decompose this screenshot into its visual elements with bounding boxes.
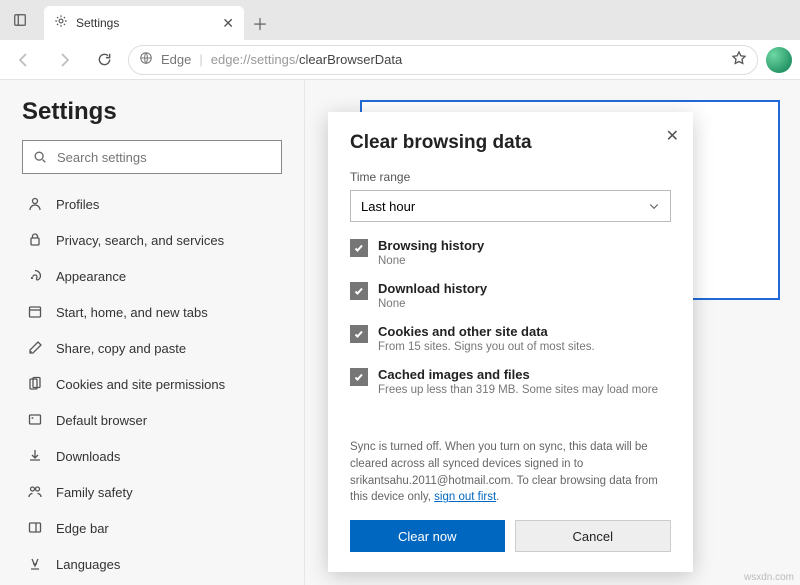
sidebar-item-cookies-and-site-permissions[interactable]: Cookies and site permissions xyxy=(22,366,282,402)
search-icon xyxy=(33,150,47,164)
sidebar-item-profiles[interactable]: Profiles xyxy=(22,186,282,222)
check-title: Cached images and files xyxy=(378,367,658,382)
sync-note: Sync is turned off. When you turn on syn… xyxy=(350,439,671,506)
sidebar-item-family-safety[interactable]: Family safety xyxy=(22,474,282,510)
page-title: Settings xyxy=(22,98,282,126)
sidebar-item-label: Share, copy and paste xyxy=(56,341,186,356)
sidebar-item-default-browser[interactable]: Default browser xyxy=(22,402,282,438)
check-title: Download history xyxy=(378,281,487,296)
check-desc: Frees up less than 319 MB. Some sites ma… xyxy=(378,384,658,396)
back-button[interactable] xyxy=(8,44,40,76)
checkbox[interactable] xyxy=(350,368,368,386)
check-title: Cookies and other site data xyxy=(378,324,595,339)
favorite-icon[interactable] xyxy=(731,50,747,69)
nav-icon xyxy=(26,520,44,536)
profile-avatar[interactable] xyxy=(766,47,792,73)
dialog-close-button[interactable]: ✕ xyxy=(666,126,679,146)
sidebar-item-label: Profiles xyxy=(56,197,99,212)
new-tab-button[interactable]: ＋ xyxy=(244,6,276,40)
search-settings[interactable] xyxy=(22,140,282,174)
checkbox[interactable] xyxy=(350,282,368,300)
sidebar-item-start-home-and-new-tabs[interactable]: Start, home, and new tabs xyxy=(22,294,282,330)
check-option[interactable]: Cookies and other site data From 15 sites… xyxy=(350,324,671,353)
sidebar-item-label: Family safety xyxy=(56,485,133,500)
tab-title: Settings xyxy=(76,16,214,30)
nav-icon xyxy=(26,556,44,572)
nav-icon xyxy=(26,448,44,464)
time-range-select[interactable]: Last hour xyxy=(350,190,671,222)
clear-browsing-data-dialog: ✕ Clear browsing data Time range Last ho… xyxy=(328,112,693,572)
check-desc: From 15 sites. Signs you out of most sit… xyxy=(378,341,595,353)
address-bar[interactable]: Edge | edge://settings/clearBrowserData xyxy=(128,45,758,75)
sidebar-item-languages[interactable]: Languages xyxy=(22,546,282,582)
settings-sidebar: Settings Profiles Privacy, search, and se… xyxy=(0,80,305,585)
nav-icon xyxy=(26,196,44,212)
tab-actions-icon[interactable] xyxy=(6,6,34,34)
dialog-title: Clear browsing data xyxy=(350,132,671,154)
check-desc: None xyxy=(378,298,487,310)
nav-icon xyxy=(26,304,44,320)
sidebar-item-label: Cookies and site permissions xyxy=(56,377,225,392)
sidebar-item-label: Appearance xyxy=(56,269,126,284)
browser-tab[interactable]: Settings ✕ xyxy=(44,6,244,40)
nav-icon xyxy=(26,484,44,500)
gear-icon xyxy=(54,14,68,33)
nav-icon xyxy=(26,268,44,284)
sidebar-item-label: Languages xyxy=(56,557,120,572)
sidebar-item-share-copy-and-paste[interactable]: Share, copy and paste xyxy=(22,330,282,366)
sidebar-item-edge-bar[interactable]: Edge bar xyxy=(22,510,282,546)
forward-button[interactable] xyxy=(48,44,80,76)
sidebar-item-downloads[interactable]: Downloads xyxy=(22,438,282,474)
clear-now-button[interactable]: Clear now xyxy=(350,520,505,552)
refresh-button[interactable] xyxy=(88,44,120,76)
sidebar-item-label: Start, home, and new tabs xyxy=(56,305,208,320)
sidebar-item-label: Edge bar xyxy=(56,521,109,536)
time-range-label: Time range xyxy=(350,170,671,184)
checkbox[interactable] xyxy=(350,325,368,343)
url-scheme-label: Edge xyxy=(161,52,191,67)
watermark: wsxdn.com xyxy=(744,572,794,583)
nav-icon xyxy=(26,340,44,356)
check-option[interactable]: Download history None xyxy=(350,281,671,310)
check-desc: None xyxy=(378,255,484,267)
tab-close-icon[interactable]: ✕ xyxy=(222,15,234,32)
chevron-down-icon xyxy=(648,200,660,212)
cancel-button[interactable]: Cancel xyxy=(515,520,672,552)
sidebar-item-appearance[interactable]: Appearance xyxy=(22,258,282,294)
nav-icon xyxy=(26,376,44,392)
check-option[interactable]: Browsing history None xyxy=(350,238,671,267)
sidebar-item-label: Default browser xyxy=(56,413,147,428)
site-info-icon[interactable] xyxy=(139,51,153,68)
sidebar-item-privacy-search-and-services[interactable]: Privacy, search, and services xyxy=(22,222,282,258)
sign-out-link[interactable]: sign out first xyxy=(434,491,496,503)
nav-icon xyxy=(26,232,44,248)
check-title: Browsing history xyxy=(378,238,484,253)
check-option[interactable]: Cached images and files Frees up less tha… xyxy=(350,367,671,396)
sidebar-item-label: Privacy, search, and services xyxy=(56,233,224,248)
sidebar-item-label: Downloads xyxy=(56,449,120,464)
search-input[interactable] xyxy=(57,150,271,165)
nav-icon xyxy=(26,412,44,428)
checkbox[interactable] xyxy=(350,239,368,257)
